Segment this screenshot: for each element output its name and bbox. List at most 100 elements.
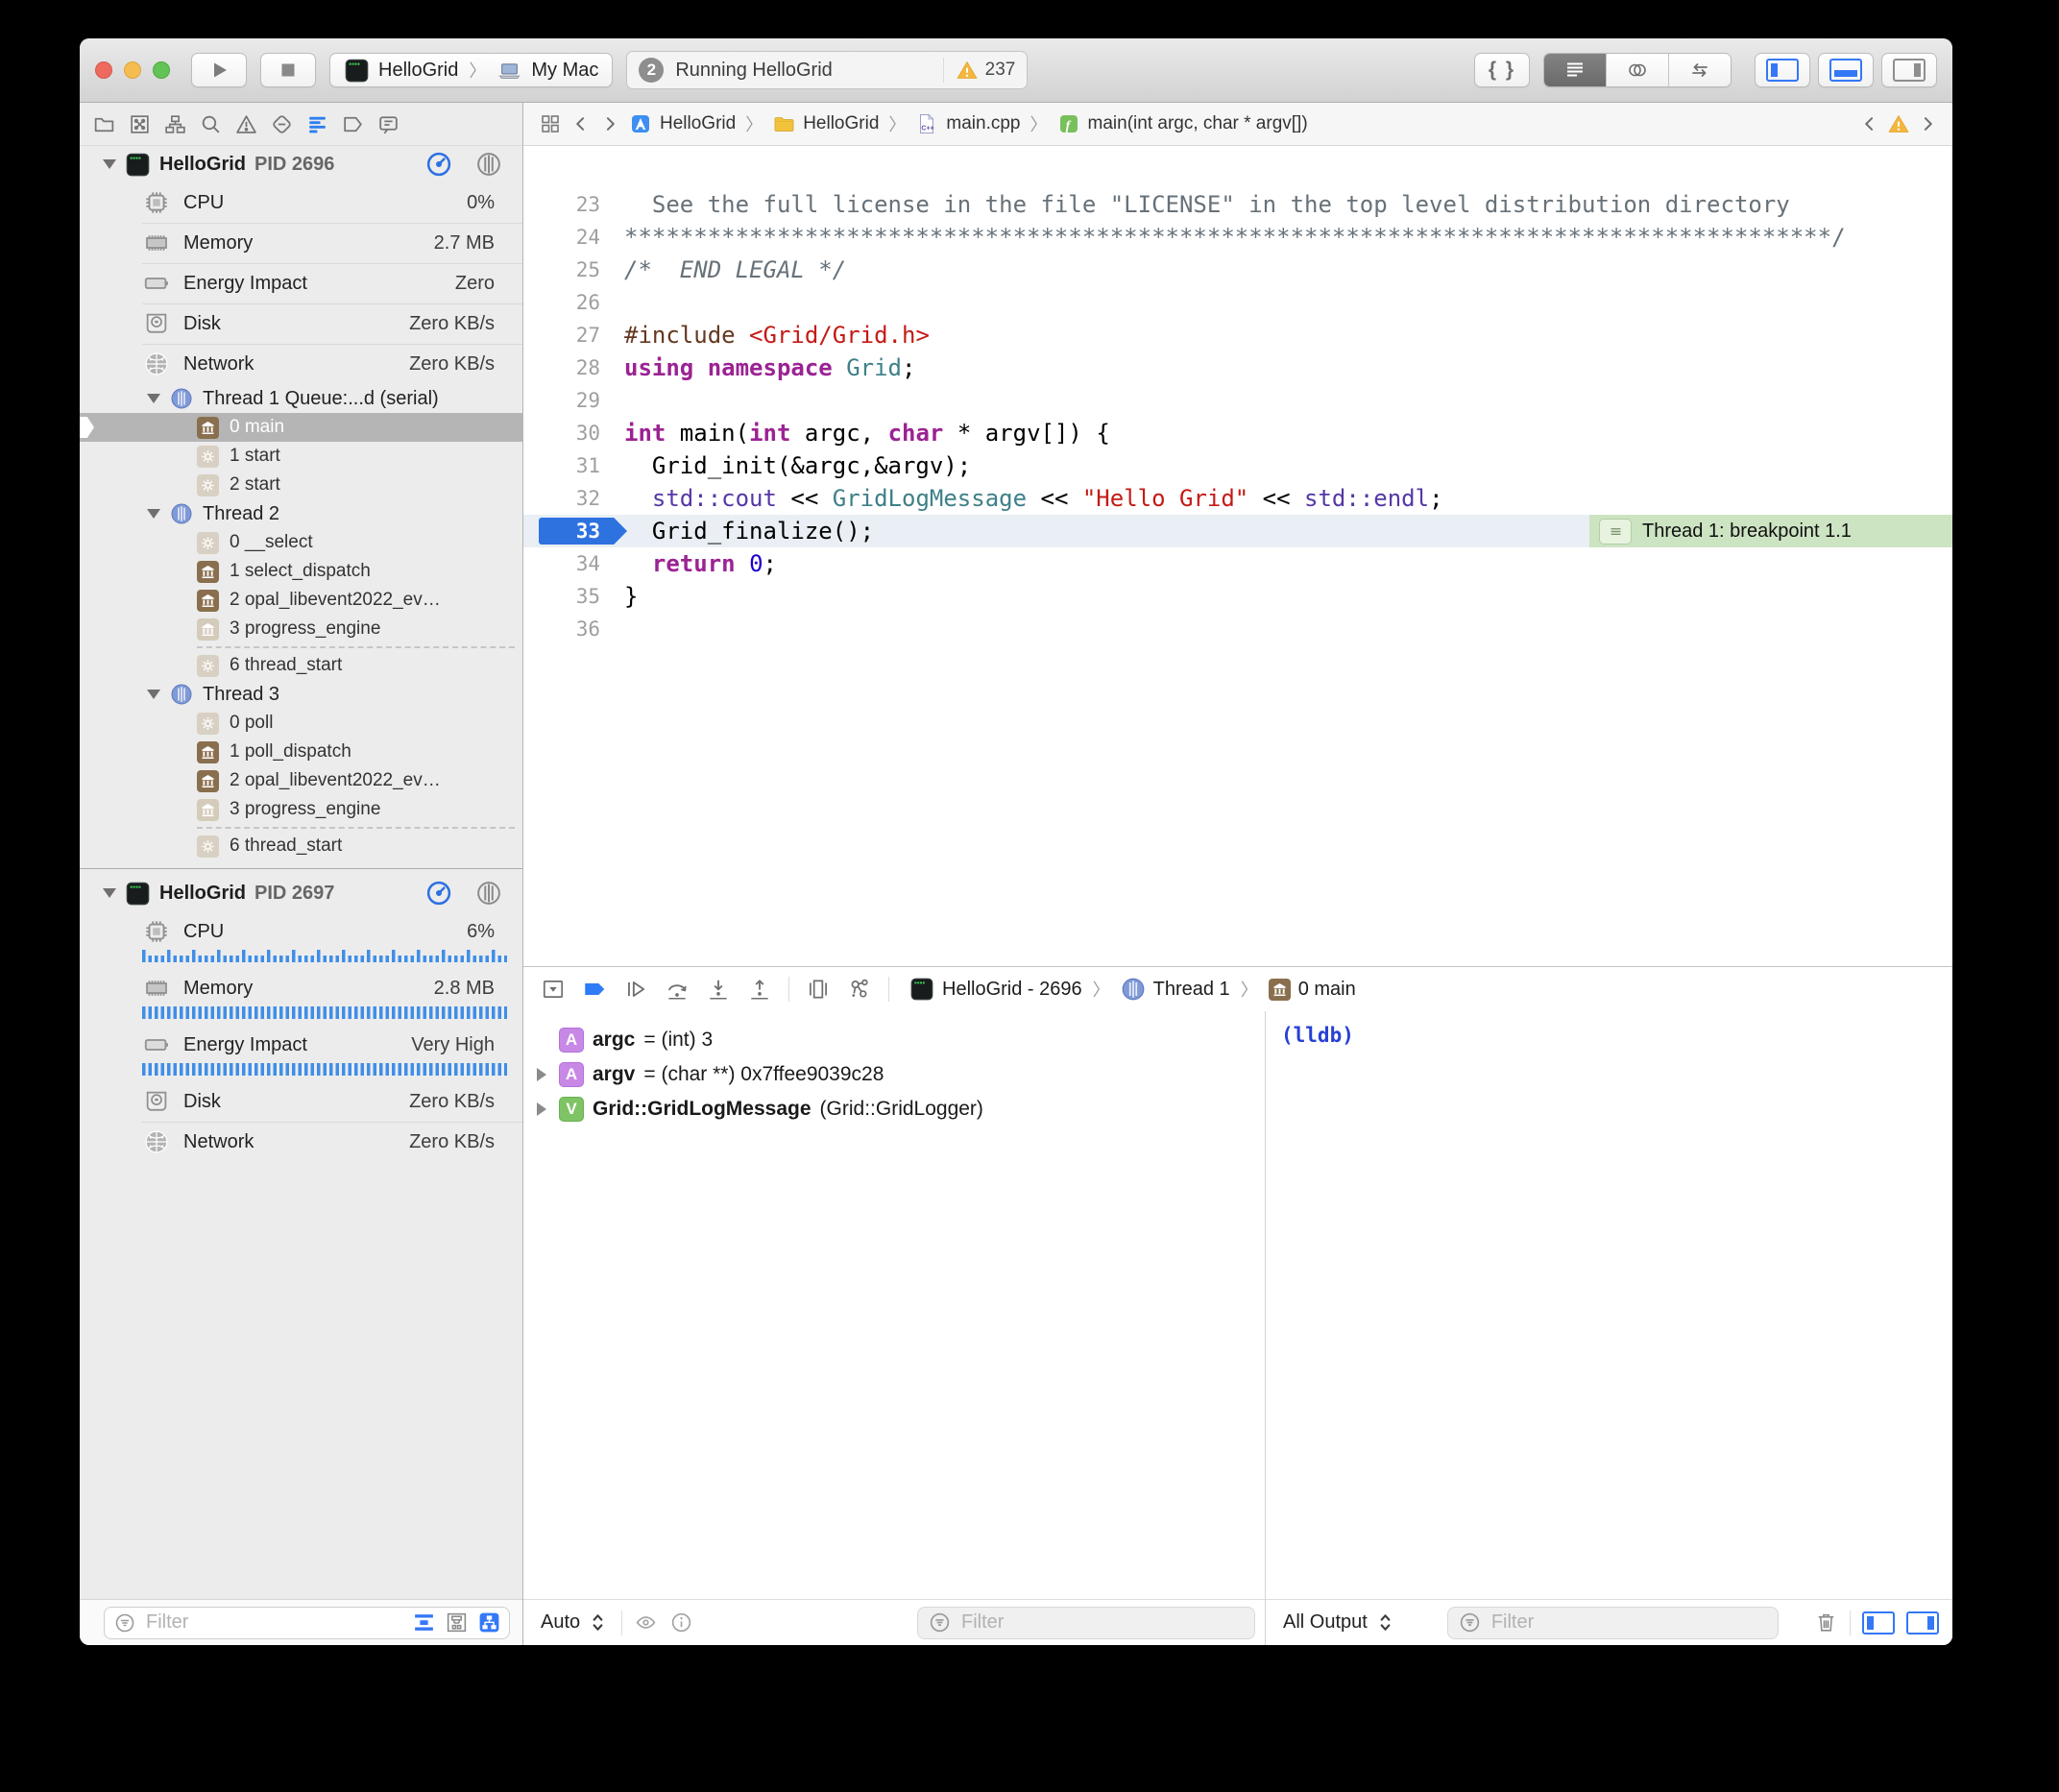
stat-row-energy-impact[interactable]: Energy ImpactVery High	[80, 1025, 522, 1065]
debug-bar-crumb[interactable]: 0 main	[1269, 979, 1356, 1001]
flatten-view-toggle-icon[interactable]	[412, 1610, 436, 1635]
code-line[interactable]: 31 Grid_init(&argc,&argv);	[523, 449, 1952, 482]
console-filter-input[interactable]	[1490, 1610, 1768, 1635]
stack-frame-row[interactable]: 2 opal_libevent2022_ev…	[80, 586, 522, 615]
minimize-window-button[interactable]	[124, 61, 141, 79]
disclosure-down-icon[interactable]	[147, 509, 160, 519]
step-over-button[interactable]	[665, 977, 690, 1002]
hide-debug-area-button[interactable]	[541, 977, 566, 1002]
code-line[interactable]: 30int main(int argc, char * argv[]) {	[523, 417, 1952, 449]
stat-row-cpu[interactable]: CPU0%	[80, 182, 522, 223]
source-control-navigator-icon[interactable]	[128, 112, 152, 136]
code-line[interactable]: 25/* END LEGAL */	[523, 254, 1952, 286]
library-button[interactable]: { }	[1474, 53, 1530, 87]
stat-row-network[interactable]: NetworkZero KB/s	[80, 1122, 522, 1162]
gauge-icon[interactable]	[424, 879, 453, 908]
stack-frame-row[interactable]: 2 start	[80, 471, 522, 499]
stat-row-disk[interactable]: DiskZero KB/s	[80, 1081, 522, 1122]
related-items-icon[interactable]	[539, 112, 562, 135]
gauge-icon[interactable]	[424, 150, 453, 179]
quick-look-button[interactable]	[634, 1610, 658, 1635]
stack-frame-row[interactable]: 0 main	[80, 413, 522, 442]
jump-bar-item[interactable]: fmain(int argc, char * argv[])	[1057, 112, 1308, 135]
line-number[interactable]: 27	[523, 319, 624, 351]
stat-row-network[interactable]: NetworkZero KB/s	[80, 344, 522, 384]
toggle-inspector-button[interactable]	[1881, 53, 1937, 87]
jump-bar-item[interactable]: HelloGrid	[629, 112, 736, 135]
thread-row[interactable]: Thread 2	[80, 499, 522, 528]
close-window-button[interactable]	[95, 61, 112, 79]
jump-bar-item[interactable]: C++main.cpp	[915, 112, 1020, 135]
variables-filter-field[interactable]	[917, 1607, 1255, 1639]
stat-row-energy-impact[interactable]: Energy ImpactZero	[80, 263, 522, 303]
disclosure-right-icon[interactable]	[533, 1068, 550, 1081]
line-number[interactable]: 24	[523, 221, 624, 254]
code-line[interactable]: 27#include <Grid/Grid.h>	[523, 319, 1952, 351]
variables-scope-selector[interactable]: Auto	[541, 1610, 610, 1635]
stack-frame-row[interactable]: 0 __select	[80, 528, 522, 557]
activity-status[interactable]: 2 Running HelloGrid 237	[626, 51, 1028, 89]
disclosure-down-icon[interactable]	[147, 394, 160, 403]
line-number[interactable]: 30	[523, 417, 624, 449]
breakpoint-navigator-icon[interactable]	[341, 112, 365, 136]
find-navigator-icon[interactable]	[199, 112, 223, 136]
print-description-button[interactable]	[669, 1610, 693, 1635]
disclosure-right-icon[interactable]	[533, 1102, 550, 1116]
issue-navigator-icon[interactable]	[234, 112, 258, 136]
line-number[interactable]: 28	[523, 351, 624, 384]
line-number[interactable]: 36	[523, 613, 624, 645]
standard-editor-button[interactable]	[1544, 54, 1607, 86]
thread-columns-icon[interactable]	[474, 879, 503, 908]
clear-console-button[interactable]	[1814, 1610, 1838, 1635]
issue-warning-icon[interactable]	[1887, 112, 1910, 135]
line-number[interactable]: 35	[523, 580, 624, 613]
code-line[interactable]: 34 return 0;	[523, 547, 1952, 580]
symbol-navigator-icon[interactable]	[163, 112, 187, 136]
show-console-toggle[interactable]	[1906, 1611, 1939, 1635]
line-number[interactable]: 33	[523, 515, 624, 547]
code-line[interactable]: 32 std::cout << GridLogMessage << "Hello…	[523, 482, 1952, 515]
scheme-selector[interactable]: HelloGrid 〉 My Mac	[329, 53, 613, 87]
stat-row-memory[interactable]: Memory2.7 MB	[80, 223, 522, 263]
line-number[interactable]: 26	[523, 286, 624, 319]
show-debug-symbols-toggle-icon[interactable]	[477, 1610, 501, 1635]
stack-frame-row[interactable]: 3 progress_engine	[80, 795, 522, 824]
stack-frame-row[interactable]: 1 select_dispatch	[80, 557, 522, 586]
run-button[interactable]	[191, 53, 247, 87]
stack-frame-row[interactable]: 0 poll	[80, 709, 522, 738]
code-line[interactable]: 36	[523, 613, 1952, 645]
line-number[interactable]: 23	[523, 188, 624, 221]
line-number[interactable]: 31	[523, 449, 624, 482]
code-line[interactable]: 28using namespace Grid;	[523, 351, 1952, 384]
navigator-filter-input[interactable]	[144, 1610, 404, 1635]
code-line[interactable]: 29	[523, 384, 1952, 417]
code-line[interactable]: 35}	[523, 580, 1952, 613]
continue-button[interactable]	[623, 977, 648, 1002]
console-output[interactable]: (lldb)	[1266, 1011, 1952, 1599]
stack-frame-row[interactable]: 3 progress_engine	[80, 615, 522, 643]
show-variables-view-toggle[interactable]	[1862, 1611, 1895, 1635]
warning-count[interactable]: 237	[943, 58, 1016, 83]
stack-frame-row[interactable]: 6 thread_start	[80, 651, 522, 680]
thread-row[interactable]: Thread 1 Queue:...d (serial)	[80, 384, 522, 413]
stack-frame-row[interactable]: 6 thread_start	[80, 832, 522, 860]
stat-row-disk[interactable]: DiskZero KB/s	[80, 303, 522, 344]
toggle-debug-area-button[interactable]	[1818, 53, 1874, 87]
disclosure-down-icon[interactable]	[103, 159, 116, 169]
navigator-filter-field[interactable]	[104, 1607, 510, 1639]
debug-view-hierarchy-button[interactable]	[806, 977, 831, 1002]
variable-row[interactable]: Aargc= (int) 3	[523, 1023, 1265, 1057]
console-filter-field[interactable]	[1447, 1607, 1779, 1639]
assistant-editor-button[interactable]	[1607, 54, 1669, 86]
line-number[interactable]: 25	[523, 254, 624, 286]
previous-issue-button[interactable]	[1860, 114, 1879, 133]
thread-row[interactable]: Thread 3	[80, 680, 522, 709]
debug-bar-crumb[interactable]: Thread 1	[1121, 977, 1230, 1002]
project-navigator-icon[interactable]	[92, 112, 116, 136]
debug-navigator-icon[interactable]	[305, 112, 329, 136]
toggle-navigator-button[interactable]	[1755, 53, 1810, 87]
disclosure-down-icon[interactable]	[103, 888, 116, 898]
thread-columns-icon[interactable]	[474, 150, 503, 179]
test-navigator-icon[interactable]	[270, 112, 294, 136]
debug-memory-graph-button[interactable]	[847, 977, 872, 1002]
